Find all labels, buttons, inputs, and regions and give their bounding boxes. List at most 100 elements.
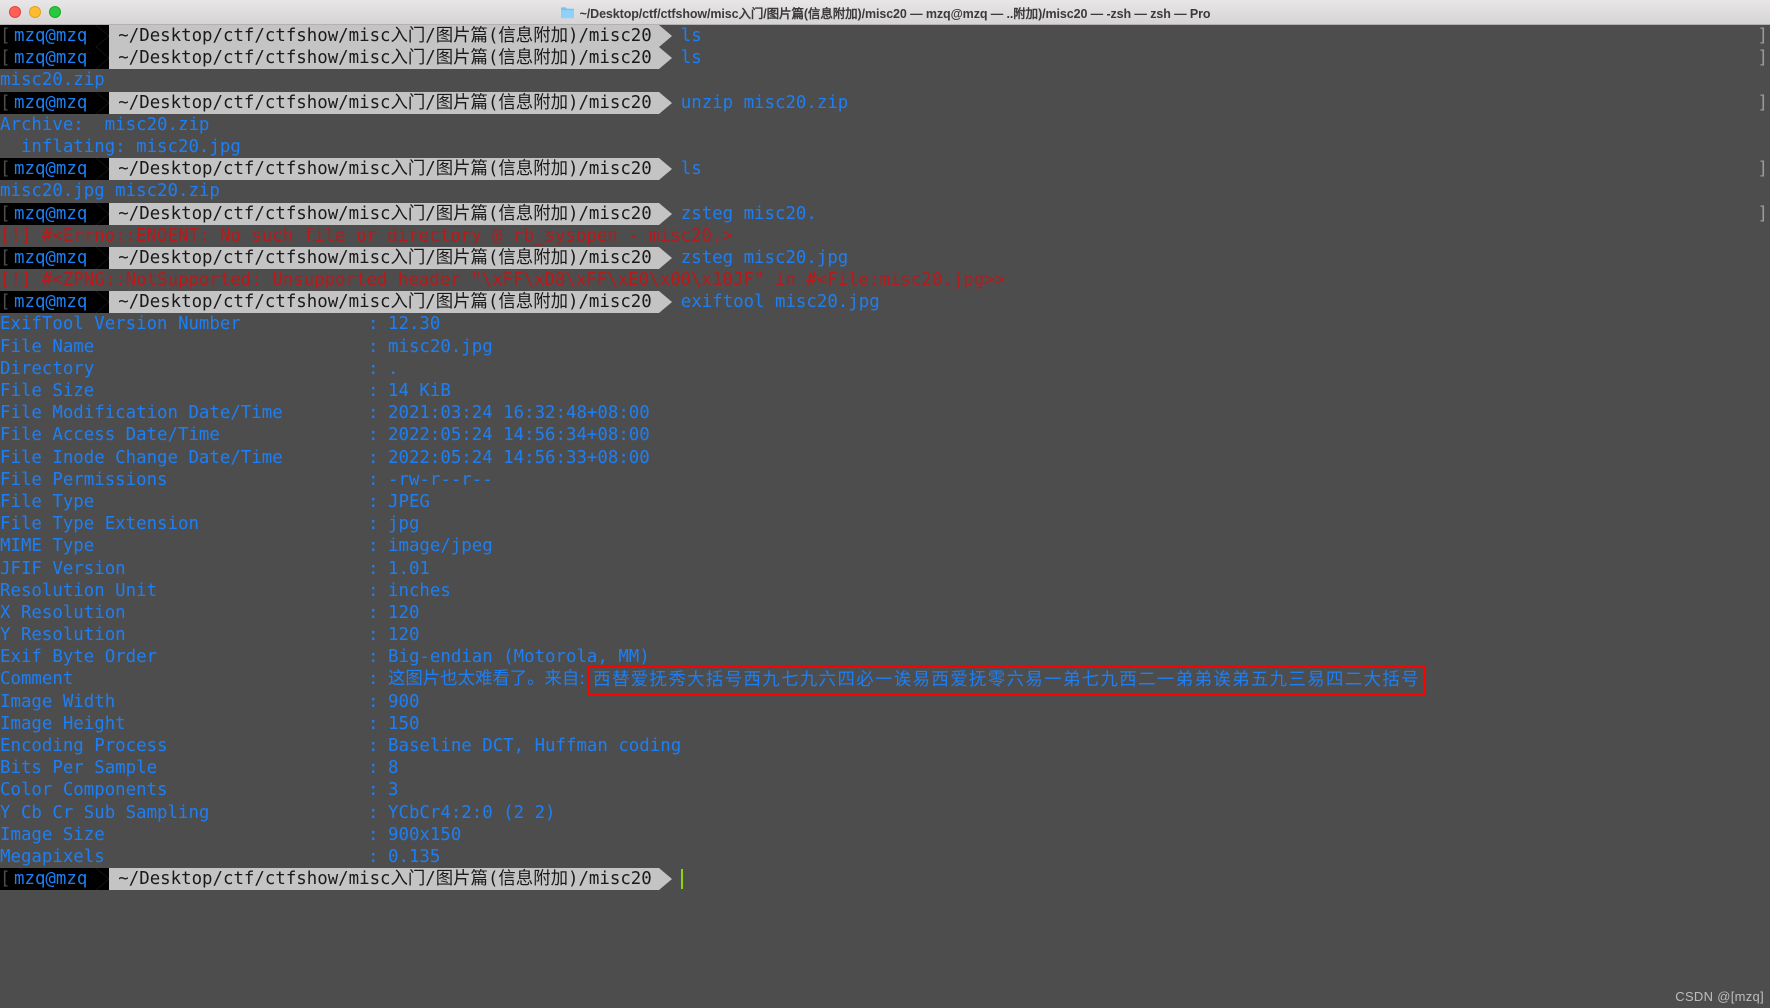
prompt-separator-icon [658,91,672,114]
command-text: unzip misc20.zip [680,92,849,113]
watermark: CSDN @[mzq] [1675,989,1764,1004]
prompt-line: [mzq@mzq ~/Desktop/ctf/ctfshow/misc入门/图片篇… [0,202,1770,225]
prompt-separator-icon [96,25,110,48]
prompt-separator-icon [96,91,110,114]
exif-row: Resolution Unit: inches [0,580,1770,602]
window-controls [0,6,61,18]
exif-row: File Permissions: -rw-r--r-- [0,469,1770,491]
prompt-lead-bracket: [ [0,291,11,314]
exif-row: Bits Per Sample:8 [0,757,1770,779]
exif-colon: : [368,358,379,379]
prompt-separator-icon [96,158,110,181]
exif-colon: : [368,580,379,601]
exif-value: misc20.jpg [388,336,493,357]
exif-value: 12.30 [388,314,441,335]
exif-key: File Type Extension [0,514,199,535]
exif-value: 14 KiB [388,381,451,401]
exif-value: 2022:05:24 14:56:34+08:00 [388,425,650,446]
exif-key: Y Resolution [0,625,126,646]
exif-key: ExifTool Version Number [0,314,241,335]
exif-key: File Modification Date/Time [0,403,283,424]
prompt-lead-bracket: [ [0,158,11,181]
exif-row: ExifTool Version Number:12.30 [0,313,1770,335]
exif-row: Color Components:3 [0,779,1770,801]
exif-colon: : [368,802,379,823]
prompt-lead-bracket: [ [0,47,11,70]
exif-value: 150 [388,713,420,734]
exif-colon: : [368,602,379,623]
exif-value: 1.01 [388,558,430,579]
exif-colon: : [368,469,379,490]
exif-colon: : [368,491,379,512]
exif-row: File Size:14 KiB [0,380,1770,402]
unzip-output: Archive: misc20.zip [0,114,210,135]
terminal-content[interactable]: [mzq@mzq ~/Desktop/ctf/ctfshow/misc入门/图片篇… [0,25,1770,1008]
exif-row: File Type Extension: jpg [0,513,1770,535]
prompt-path-segment: ~/Desktop/ctf/ctfshow/misc入门/图片篇(信息附加)/m… [109,25,659,48]
prompt-user-segment: mzq@mzq [10,291,97,314]
prompt-separator-icon [96,246,110,270]
exif-key: Comment [0,669,74,690]
exif-key: MIME Type [0,536,95,557]
prompt-separator-icon [96,47,110,70]
exif-key: X Resolution [0,602,126,623]
terminal-window: ~/Desktop/ctf/ctfshow/misc入门/图片篇(信息附加)/m… [0,0,1770,1008]
exif-colon: : [368,514,379,535]
close-button[interactable] [9,6,21,18]
exif-row: X Resolution:120 [0,602,1770,624]
command-text: ls [680,26,702,46]
exif-key: File Access Date/Time [0,425,220,446]
zoom-button[interactable] [49,6,61,18]
prompt-line: [mzq@mzq ~/Desktop/ctf/ctfshow/misc入门/图片篇… [0,25,1770,48]
exif-value: 900x150 [388,824,462,845]
ls-output: misc20.zip [0,70,105,91]
exif-value: 3 [388,780,399,801]
exif-key: File Type [0,491,95,512]
exif-colon: : [368,403,379,424]
prompt-separator-icon [658,158,672,181]
prompt-lead-bracket: [ [0,202,11,225]
exif-value: 120 [388,625,420,646]
prompt-wrap-bracket: ] [1757,48,1768,69]
exif-colon: : [368,669,379,690]
prompt-path-segment: ~/Desktop/ctf/ctfshow/misc入门/图片篇(信息附加)/m… [109,246,659,270]
exif-value: 8 [388,758,399,779]
exif-key: Color Components [0,780,168,801]
minimize-button[interactable] [29,6,41,18]
prompt-user-segment: mzq@mzq [10,246,97,270]
exif-colon: : [368,736,379,756]
prompt-separator-icon [96,868,110,891]
prompt-user-segment: mzq@mzq [10,91,97,114]
exif-value: -rw-r--r-- [388,469,493,490]
exif-colon: : [368,647,379,668]
exif-key: Exif Byte Order [0,647,158,668]
exif-colon: : [368,713,379,734]
exif-key: File Name [0,336,95,357]
window-titlebar: ~/Desktop/ctf/ctfshow/misc入门/图片篇(信息附加)/m… [0,0,1770,25]
prompt-separator-icon [658,291,672,314]
prompt-wrap-bracket: ] [1757,203,1768,224]
exif-key: Resolution Unit [0,580,158,601]
prompt-separator-icon [658,25,672,48]
exif-value: . [388,358,399,379]
prompt-separator-icon [658,868,672,891]
exif-colon: : [368,447,379,468]
exif-colon: : [368,314,379,335]
exif-key: Directory [0,358,95,379]
exif-key: Y Cb Cr Sub Sampling [0,802,210,823]
exif-value: 120 [388,602,420,623]
prompt-user-segment: mzq@mzq [10,47,97,70]
prompt-user-segment: mzq@mzq [10,202,97,225]
prompt-separator-icon [96,291,110,314]
exif-key: Megapixels [0,846,105,867]
exif-row: Y Resolution:120 [0,624,1770,646]
exif-row: Image Height:150 [0,713,1770,735]
exif-colon: : [368,625,379,646]
prompt-separator-icon [658,246,672,270]
exif-value: jpg [388,514,420,535]
exif-colon: : [368,846,379,867]
command-text: ls [680,48,702,69]
exif-row: MIME Type: image/jpeg [0,535,1770,557]
exif-key: Image Height [0,713,126,734]
prompt-lead-bracket: [ [0,246,11,270]
